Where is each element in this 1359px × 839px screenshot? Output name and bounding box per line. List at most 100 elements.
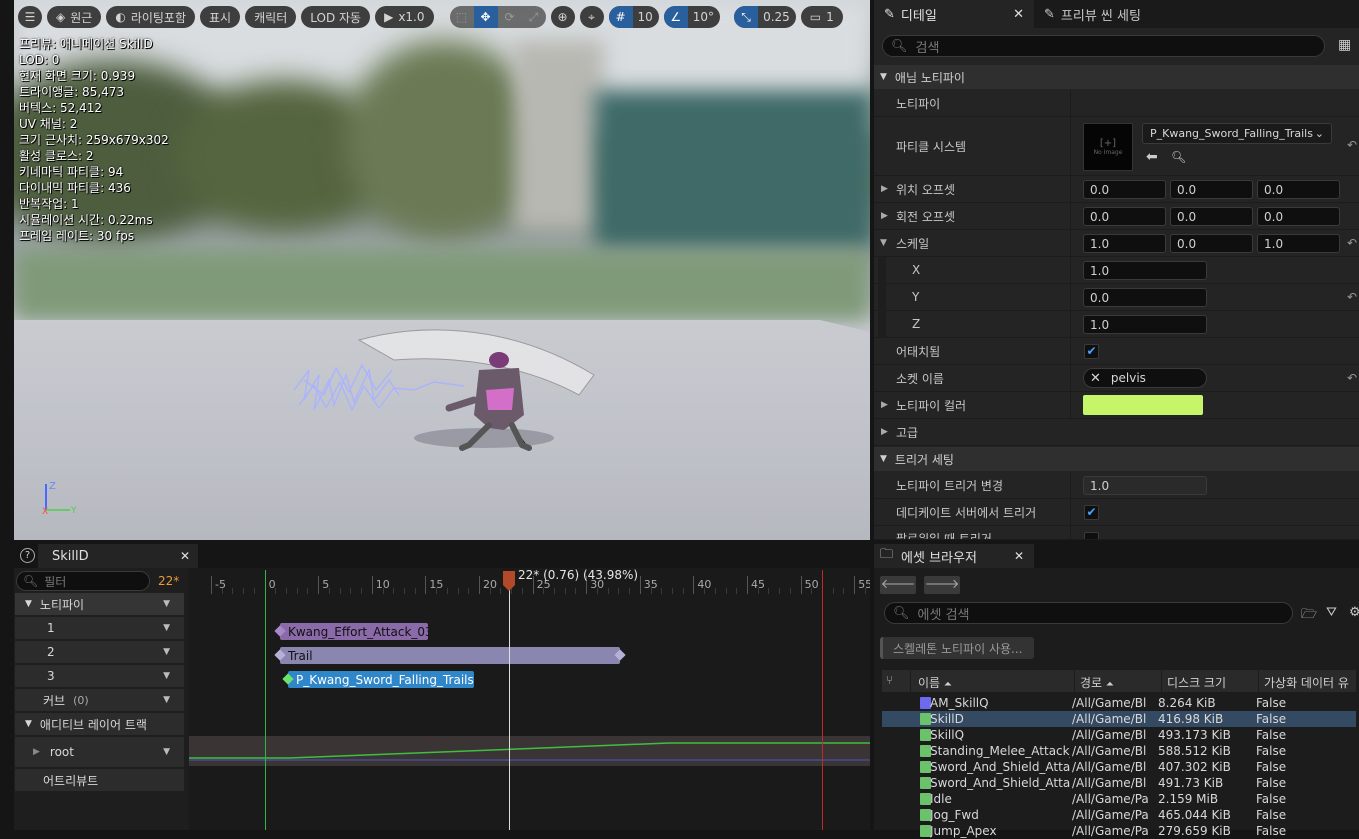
track-curves[interactable]: 커브 (0) ▼ — [15, 689, 184, 711]
socket-name-field[interactable]: ✕ pelvis — [1083, 368, 1207, 388]
viewport-menu-button[interactable]: ☰ — [18, 6, 42, 28]
chevron-down-icon[interactable]: ▼ — [163, 599, 170, 609]
tab-preview-scene-settings[interactable]: ✎ 프리뷰 씬 세팅 — [1034, 0, 1151, 28]
asset-row[interactable]: Idle/All/Game/Pa 2.159 MiB False — [882, 791, 1356, 807]
asset-row[interactable]: Standing_Melee_Attack_/All/Game/Bl 588.51… — [882, 743, 1356, 759]
col-disk-size[interactable]: 디스크 크기 — [1167, 674, 1226, 691]
clear-icon[interactable]: ✕ — [1090, 371, 1101, 386]
asset-row[interactable]: Jog_Fwd/All/Game/Pa 465.044 KiB False — [882, 807, 1356, 823]
rotation-offset-x-field[interactable]: 0.0 — [1083, 206, 1166, 226]
track-1[interactable]: 1 ▼ — [15, 617, 184, 639]
particle-system-dropdown[interactable]: P_Kwang_Sword_Falling_Trails ⌄ — [1142, 123, 1332, 144]
close-icon[interactable]: ✕ — [1013, 7, 1024, 22]
reset-icon[interactable]: ↶ — [1347, 236, 1357, 250]
details-search-input[interactable]: 🔍︎ 검색 — [882, 35, 1325, 57]
track-2[interactable]: 2 ▼ — [15, 641, 184, 663]
rotate-tool-icon[interactable]: ⟳ — [498, 10, 522, 24]
tab-asset-browser[interactable]: 🗀 에셋 브라우저 ✕ — [874, 544, 1034, 568]
location-offset-z-field[interactable]: 0.0 — [1257, 179, 1340, 199]
show-button[interactable]: 표시 — [200, 6, 241, 28]
source-control-icon[interactable]: ⑂ — [886, 673, 893, 687]
track-notifies[interactable]: ▼ 노티파이 ▼ — [15, 593, 184, 615]
asset-row[interactable]: SkillQ/All/Game/Bl 493.173 KiB False — [882, 727, 1356, 743]
rotation-offset-y-field[interactable]: 0.0 — [1170, 206, 1253, 226]
timeline-track-area[interactable]: -5 0 5 10 15 20 25 30 35 40 45 50 55 Kwang_Effort_At… — [189, 568, 870, 830]
notify-kwang-effort-attack[interactable]: Kwang_Effort_Attack_03 — [280, 623, 428, 640]
notify-trigger-change-field[interactable]: 1.0 — [1083, 475, 1207, 495]
tab-details[interactable]: ✎ 디테일 ✕ — [874, 0, 1034, 28]
track-3[interactable]: 3 ▼ — [15, 665, 184, 687]
playback-speed-button[interactable]: ▶ x1.0 — [375, 6, 434, 28]
reset-icon[interactable]: ↶ — [1347, 290, 1357, 304]
character-button[interactable]: 캐릭터 — [245, 6, 297, 28]
track-additive-layer[interactable]: ▼ 애디티브 레이어 트랙 — [15, 713, 184, 735]
scale-x-field[interactable]: 1.0 — [1083, 233, 1166, 253]
select-tool-icon[interactable]: ⬚ — [450, 10, 474, 24]
expand-arrow-icon[interactable]: ▶ — [881, 427, 888, 437]
asset-row[interactable]: Sword_And_Shield_Attac/All/Game/Bl 407.30… — [882, 759, 1356, 775]
collapse-arrow-icon[interactable]: ▼ — [880, 238, 887, 248]
back-button[interactable]: 🡐 — [880, 576, 916, 594]
rotation-snap-button[interactable]: ∠ 10° — [663, 6, 721, 28]
use-selected-icon[interactable]: ⬅ — [1146, 149, 1158, 165]
location-offset-x-field[interactable]: 0.0 — [1083, 179, 1166, 199]
expand-arrow-icon[interactable]: ▶ — [881, 184, 888, 194]
notify-trail[interactable]: Trail — [280, 647, 620, 664]
track-attributes[interactable]: 어트리뷰트 — [15, 769, 184, 791]
preview-viewport[interactable]: Z Y X ☰ ◈ 원근 ◐ 라이팅포함 표시 캐릭터 LOD 자동 ▶ x1.0 ⬚… — [14, 0, 870, 540]
move-tool-icon[interactable]: ✥ — [473, 6, 498, 28]
tab-skilld[interactable]: SkillD ✕ — [38, 544, 198, 568]
scale-y-sub-field[interactable]: 0.0 — [1083, 287, 1207, 307]
scale-tool-icon[interactable]: ⤢ — [522, 10, 546, 25]
col-virtualized[interactable]: 가상화 데이터 유 — [1264, 674, 1356, 691]
scale-z-field[interactable]: 1.0 — [1257, 233, 1340, 253]
col-name[interactable]: 이름 ⏶ — [918, 674, 952, 691]
timeline-filter-input[interactable]: 🔍︎ 필터 — [16, 571, 150, 591]
table-view-icon[interactable]: ▦ — [1338, 37, 1351, 53]
section-trigger-settings[interactable]: ▼ 트리거 세팅 — [874, 447, 1359, 471]
expand-arrow-icon[interactable]: ▶ — [881, 400, 888, 410]
chevron-down-icon[interactable]: ▼ — [163, 623, 170, 633]
chevron-down-icon[interactable]: ▼ — [163, 695, 170, 705]
browse-asset-icon[interactable]: 🔍︎ — [1171, 150, 1186, 164]
scale-x-sub-field[interactable]: 1.0 — [1083, 260, 1207, 280]
scale-snap-button[interactable]: ⤡ 0.25 — [734, 6, 796, 28]
world-local-button[interactable]: ⊕ — [550, 6, 575, 28]
notify-particle-trails[interactable]: P_Kwang_Sword_Falling_Trails — [288, 671, 474, 688]
particle-thumbnail[interactable]: [+] No Image — [1083, 123, 1133, 171]
gear-icon[interactable]: ⚙ — [1349, 605, 1359, 620]
asset-row[interactable]: Sword_And_Shield_Attac/All/Game/Bl 491.73… — [882, 775, 1356, 791]
filter-icon[interactable]: ⛛ — [1326, 605, 1337, 620]
forward-button[interactable]: 🡒 — [924, 576, 960, 594]
rotation-offset-z-field[interactable]: 0.0 — [1257, 206, 1340, 226]
asset-row[interactable]: Jump_Apex/All/Game/Pa 279.659 KiB False — [882, 823, 1356, 839]
col-path[interactable]: 경로 ⏶ — [1080, 674, 1114, 691]
notify-color-swatch[interactable] — [1083, 395, 1203, 415]
folder-search-icon[interactable]: 🗁 — [1301, 605, 1317, 627]
perspective-button[interactable]: ◈ 원근 — [47, 6, 102, 28]
attached-checkbox[interactable]: ✔ — [1084, 343, 1099, 359]
lod-button[interactable]: LOD 자동 — [301, 6, 371, 28]
chevron-down-icon[interactable]: ▼ — [163, 747, 170, 757]
chevron-down-icon[interactable]: ▼ — [163, 671, 170, 681]
cut-off-checkbox[interactable] — [1084, 532, 1099, 539]
track-root[interactable]: ▶ root ▼ — [15, 737, 184, 767]
chevron-down-icon[interactable]: ▼ — [163, 647, 170, 657]
lighting-button[interactable]: ◐ 라이팅포함 — [106, 6, 196, 28]
camera-speed-button[interactable]: ▭ 1 — [800, 6, 843, 28]
grid-snap-button[interactable]: #10 — [608, 6, 659, 28]
scale-z-sub-field[interactable]: 1.0 — [1083, 314, 1207, 334]
location-offset-y-field[interactable]: 0.0 — [1170, 179, 1253, 199]
asset-row[interactable]: SkillD/All/Game/Bl 416.98 KiB False — [882, 711, 1356, 727]
close-icon[interactable]: ✕ — [1014, 549, 1024, 563]
asset-search-input[interactable]: 🔍︎ 에셋 검색 — [884, 602, 1293, 624]
scale-y-field[interactable]: 0.0 — [1170, 233, 1253, 253]
section-anim-notify[interactable]: ▼ 애님 노티파이 — [874, 65, 1359, 89]
close-icon[interactable]: ✕ — [180, 549, 190, 563]
reset-icon[interactable]: ↶ — [1347, 371, 1357, 385]
expand-arrow-icon[interactable]: ▶ — [881, 211, 888, 221]
asset-row[interactable]: AM_SkillQ/All/Game/Bl 8.264 KiB False — [882, 695, 1356, 711]
trigger-dedicated-server-checkbox[interactable]: ✔ — [1084, 504, 1099, 520]
filter-chip-skeleton-notify[interactable]: 스켈레톤 노티파이 사용... — [880, 637, 1034, 659]
surface-snap-button[interactable]: ⌖ — [579, 6, 604, 28]
